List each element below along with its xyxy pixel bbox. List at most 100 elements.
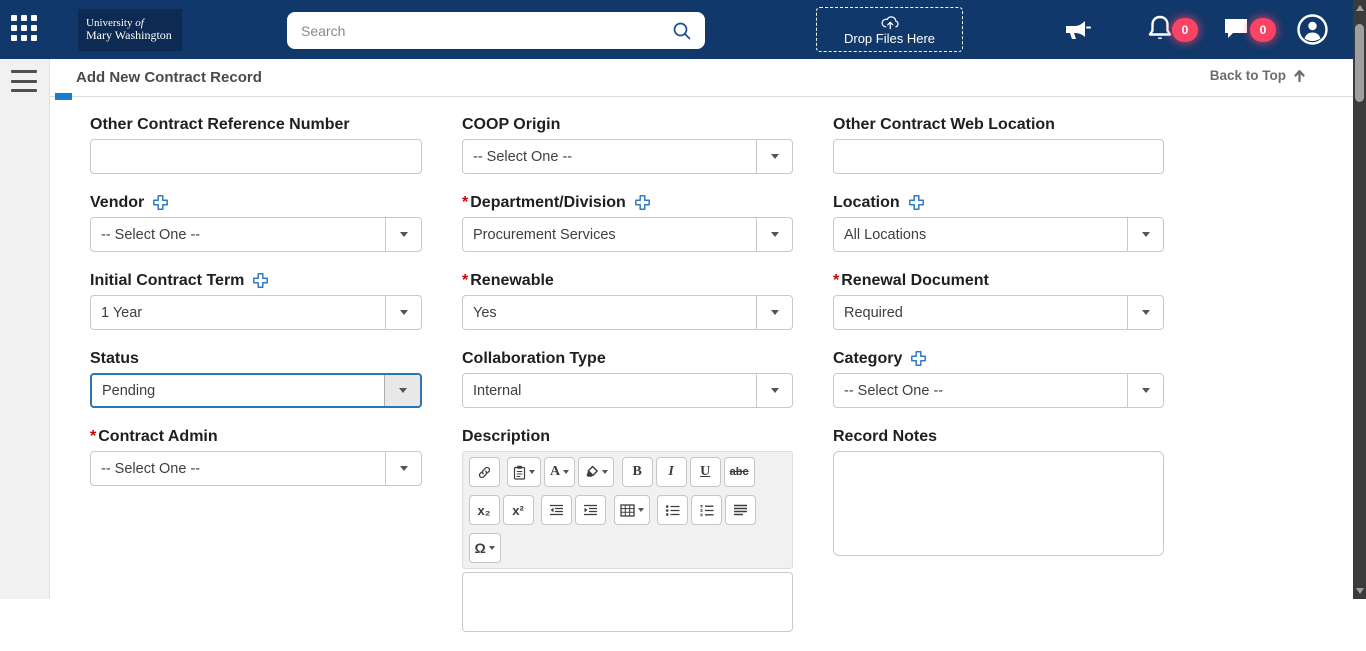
field-record-notes: Record Notes — [833, 427, 1164, 632]
table-icon — [619, 503, 635, 517]
page-header: Add New Contract Record Back to Top — [50, 59, 1353, 97]
field-coop-origin: COOP Origin -- Select One -- — [462, 115, 793, 174]
location-select[interactable]: All Locations — [833, 217, 1164, 252]
font-style-button[interactable]: A — [544, 457, 576, 487]
insert-table-button[interactable] — [613, 495, 650, 525]
initial-contract-term-select[interactable]: 1 Year — [90, 295, 422, 330]
field-description: Description A B I U abc x₂ x² Ω — [462, 427, 793, 632]
category-select[interactable]: -- Select One -- — [833, 373, 1164, 408]
field-other-contract-web-location: Other Contract Web Location — [833, 115, 1164, 174]
field-label: * Department/Division — [462, 193, 793, 212]
dropdown-arrow-button[interactable] — [756, 140, 792, 173]
field-vendor: Vendor -- Select One -- — [90, 193, 422, 252]
status-select[interactable]: Pending — [90, 373, 422, 408]
scroll-down-arrow[interactable] — [1353, 584, 1366, 598]
account-user-icon[interactable] — [1296, 13, 1329, 46]
caret-down-icon — [1141, 232, 1150, 237]
collaboration-type-select[interactable]: Internal — [462, 373, 793, 408]
special-character-button[interactable]: Ω — [468, 533, 501, 563]
apps-grid-icon[interactable] — [11, 15, 41, 45]
dropdown-arrow-button[interactable] — [385, 296, 421, 329]
numbered-list-button[interactable] — [691, 495, 722, 525]
field-category: Category -- Select One -- — [833, 349, 1164, 408]
field-label: Initial Contract Term — [90, 271, 422, 290]
superscript-button[interactable]: x² — [502, 495, 534, 525]
dropdown-arrow-button[interactable] — [756, 374, 792, 407]
notifications-bell-icon[interactable] — [1146, 14, 1174, 44]
search-icon[interactable] — [671, 20, 693, 42]
drop-files-zone[interactable]: Drop Files Here — [816, 7, 963, 52]
back-to-top-link[interactable]: Back to Top — [1210, 68, 1307, 83]
add-term-plus-icon[interactable] — [252, 272, 269, 289]
cloud-upload-icon — [880, 13, 900, 30]
umw-logo[interactable]: University of Mary Washington — [78, 9, 182, 51]
top-navigation-bar: University of Mary Washington Drop Files… — [0, 0, 1366, 59]
dropdown-arrow-button[interactable] — [384, 375, 420, 406]
paste-button[interactable] — [507, 457, 541, 487]
bulleted-list-button[interactable] — [657, 495, 688, 525]
arrow-up-icon — [1292, 68, 1307, 83]
search-input[interactable] — [287, 22, 671, 39]
bold-button[interactable]: B — [621, 457, 653, 487]
field-initial-contract-term: Initial Contract Term 1 Year — [90, 271, 422, 330]
menu-hamburger-icon[interactable] — [11, 70, 37, 92]
link-icon — [478, 466, 490, 478]
field-location: Location All Locations — [833, 193, 1164, 252]
vertical-scrollbar[interactable] — [1353, 0, 1366, 599]
other-contract-web-location-input[interactable] — [833, 139, 1164, 174]
increase-indent-button[interactable] — [575, 495, 606, 525]
underline-button[interactable]: U — [689, 457, 721, 487]
field-label: COOP Origin — [462, 115, 561, 133]
description-editing-area[interactable] — [462, 572, 793, 632]
left-rail — [0, 59, 50, 599]
contract-admin-select[interactable]: -- Select One -- — [90, 451, 422, 486]
caret-down-icon — [770, 388, 779, 393]
decrease-indent-button[interactable] — [541, 495, 572, 525]
field-label: Description — [462, 427, 551, 445]
field-department-division: * Department/Division Procurement Service… — [462, 193, 793, 252]
dropdown-arrow-button[interactable] — [1127, 296, 1163, 329]
subscript-button[interactable]: x₂ — [468, 495, 500, 525]
dropdown-arrow-button[interactable] — [385, 452, 421, 485]
dropdown-arrow-button[interactable] — [756, 218, 792, 251]
logo-line1-of: of — [135, 16, 144, 29]
dropdown-arrow-button[interactable] — [756, 296, 792, 329]
caret-down-icon — [398, 388, 407, 393]
field-collaboration-type: Collaboration Type Internal — [462, 349, 793, 408]
field-label: Category — [833, 349, 1164, 368]
dropdown-arrow-button[interactable] — [1127, 374, 1163, 407]
renewal-document-select[interactable]: Required — [833, 295, 1164, 330]
scroll-position-indicator — [55, 93, 72, 100]
record-notes-textarea[interactable] — [833, 451, 1164, 556]
logo-line2: Mary Washington — [86, 28, 172, 43]
add-category-plus-icon[interactable] — [910, 350, 927, 367]
dropdown-arrow-button[interactable] — [1127, 218, 1163, 251]
caret-down-icon — [399, 232, 408, 237]
other-contract-reference-number-input[interactable] — [90, 139, 422, 174]
add-location-plus-icon[interactable] — [908, 194, 925, 211]
field-renewable: * Renewable Yes — [462, 271, 793, 330]
vendor-select[interactable]: -- Select One -- — [90, 217, 422, 252]
italic-button[interactable]: I — [655, 457, 687, 487]
renewable-select[interactable]: Yes — [462, 295, 793, 330]
coop-origin-select[interactable]: -- Select One -- — [462, 139, 793, 174]
field-label: Location — [833, 193, 1164, 212]
strikethrough-button[interactable]: abc — [723, 457, 755, 487]
messages-chat-icon[interactable] — [1222, 14, 1250, 42]
add-vendor-plus-icon[interactable] — [152, 194, 169, 211]
caret-down-icon — [637, 508, 644, 512]
scroll-thumb[interactable] — [1355, 24, 1364, 102]
indent-icon — [584, 504, 597, 515]
announcements-megaphone-icon[interactable] — [1061, 14, 1093, 44]
field-label: Vendor — [90, 193, 422, 212]
department-division-select[interactable]: Procurement Services — [462, 217, 793, 252]
add-department-plus-icon[interactable] — [634, 194, 651, 211]
scroll-up-arrow[interactable] — [1353, 1, 1366, 15]
insert-link-button[interactable] — [468, 457, 500, 487]
dropdown-arrow-button[interactable] — [385, 218, 421, 251]
field-label: Other Contract Reference Number — [90, 115, 350, 133]
remove-format-button[interactable] — [578, 457, 615, 487]
align-button[interactable] — [725, 495, 756, 525]
omega-icon: Ω — [474, 540, 486, 556]
field-label: Other Contract Web Location — [833, 115, 1055, 133]
